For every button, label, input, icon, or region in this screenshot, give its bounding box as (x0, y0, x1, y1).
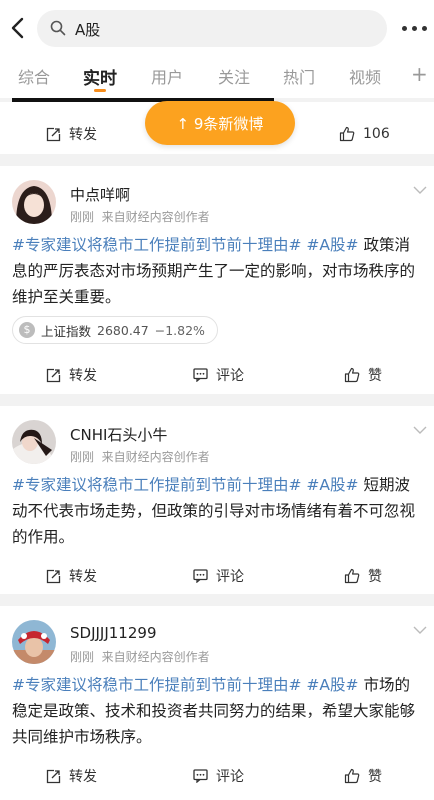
username[interactable]: 中点咩啊 (70, 184, 130, 205)
like-button[interactable]: 赞 (344, 355, 382, 395)
username[interactable]: SDJJJJ11299 (70, 624, 156, 642)
like-button[interactable]: 赞 (344, 756, 382, 796)
like-icon (339, 126, 355, 142)
repost-button[interactable]: 转发 (46, 556, 97, 596)
search-query[interactable]: A股 (75, 19, 100, 40)
stock-card[interactable]: $ 上证指数 2680.47 −1.82% (12, 316, 218, 344)
comment-icon (193, 569, 208, 583)
stock-name: 上证指数 (41, 323, 92, 339)
avatar[interactable] (12, 180, 56, 224)
back-icon[interactable] (10, 16, 26, 40)
username[interactable]: CNHI石头小牛 (70, 424, 167, 445)
post-source: 来自财经内容创作者 (101, 210, 210, 224)
post-time: 刚刚 (70, 450, 95, 464)
topic-link[interactable]: #专家建议将稳市工作提前到节前十理由# (12, 476, 301, 494)
repost-icon (46, 127, 61, 141)
repost-button[interactable]: 转发 (46, 114, 97, 154)
post-card: 中点咩啊 刚刚 来自财经内容创作者 #专家建议将稳市工作提前到节前十理由# #A… (0, 166, 434, 394)
search-bar[interactable]: A股 (37, 10, 387, 47)
post-actions: 转发 评论 赞 (0, 756, 434, 796)
comment-button[interactable]: 评论 (193, 756, 244, 796)
like-button[interactable]: 赞 (344, 556, 382, 596)
avatar[interactable] (12, 420, 56, 464)
search-icon (50, 20, 66, 36)
weibo-search-page: A股 综合 实时 用户 关注 热门 视频 + 转发 106 ↑ 9条新微博 中点… (0, 0, 434, 800)
post-text: #专家建议将稳市工作提前到节前十理由# #A股# 市场的稳定是政策、技术和投资者… (12, 672, 424, 750)
chevron-down-icon[interactable] (413, 626, 427, 635)
chevron-down-icon[interactable] (413, 186, 427, 195)
comment-button[interactable]: 评论 (193, 355, 244, 395)
tab-video[interactable]: 视频 (349, 64, 381, 88)
topic-link[interactable]: #A股# (306, 476, 358, 494)
topic-link[interactable]: #A股# (306, 236, 358, 254)
post-time: 刚刚 (70, 650, 95, 664)
top-bar: A股 (0, 0, 434, 56)
topic-link[interactable]: #A股# (306, 676, 358, 694)
post-card: SDJJJJ11299 刚刚 来自财经内容创作者 #专家建议将稳市工作提前到节前… (0, 606, 434, 800)
post-time: 刚刚 (70, 210, 95, 224)
post-text: #专家建议将稳市工作提前到节前十理由# #A股# 政策消息的严厉表态对市场预期产… (12, 232, 424, 310)
add-tab-icon[interactable]: + (411, 62, 428, 86)
repost-icon (46, 569, 61, 583)
post-meta: 刚刚 来自财经内容创作者 (70, 208, 210, 225)
avatar[interactable] (12, 620, 56, 664)
topic-link[interactable]: #专家建议将稳市工作提前到节前十理由# (12, 236, 301, 254)
post-actions: 转发 评论 赞 (0, 355, 434, 395)
active-tab-indicator (94, 89, 106, 92)
repost-icon (46, 769, 61, 783)
stock-value: 2680.47 (97, 322, 149, 338)
like-icon (344, 568, 360, 584)
tab-users[interactable]: 用户 (151, 64, 183, 88)
post-source: 来自财经内容创作者 (101, 450, 210, 464)
post-source: 来自财经内容创作者 (101, 650, 210, 664)
tab-following[interactable]: 关注 (218, 64, 250, 88)
stock-change: −1.82% (154, 322, 205, 338)
tab-hot[interactable]: 热门 (283, 64, 315, 88)
dollar-icon: $ (19, 322, 35, 338)
tab-comprehensive[interactable]: 综合 (18, 64, 50, 88)
repost-icon (46, 368, 61, 382)
more-icon[interactable] (402, 26, 428, 32)
post-card: CNHI石头小牛 刚刚 来自财经内容创作者 #专家建议将稳市工作提前到节前十理由… (0, 406, 434, 594)
like-icon (344, 768, 360, 784)
new-posts-button[interactable]: ↑ 9条新微博 (145, 101, 295, 145)
topic-link[interactable]: #专家建议将稳市工作提前到节前十理由# (12, 676, 301, 694)
post-actions: 转发 评论 赞 (0, 556, 434, 596)
post-text: #专家建议将稳市工作提前到节前十理由# #A股# 短期波动不代表市场走势，但政策… (12, 472, 424, 550)
comment-icon (193, 368, 208, 382)
chevron-down-icon[interactable] (413, 426, 427, 435)
comment-button[interactable]: 评论 (193, 556, 244, 596)
post-meta: 刚刚 来自财经内容创作者 (70, 448, 210, 465)
tab-realtime[interactable]: 实时 (83, 64, 117, 89)
repost-button[interactable]: 转发 (46, 355, 97, 395)
like-button[interactable]: 106 (339, 114, 390, 154)
like-icon (344, 367, 360, 383)
tab-bar: 综合 实时 用户 关注 热门 视频 + (0, 56, 434, 98)
post-meta: 刚刚 来自财经内容创作者 (70, 648, 210, 665)
repost-button[interactable]: 转发 (46, 756, 97, 796)
comment-icon (193, 769, 208, 783)
